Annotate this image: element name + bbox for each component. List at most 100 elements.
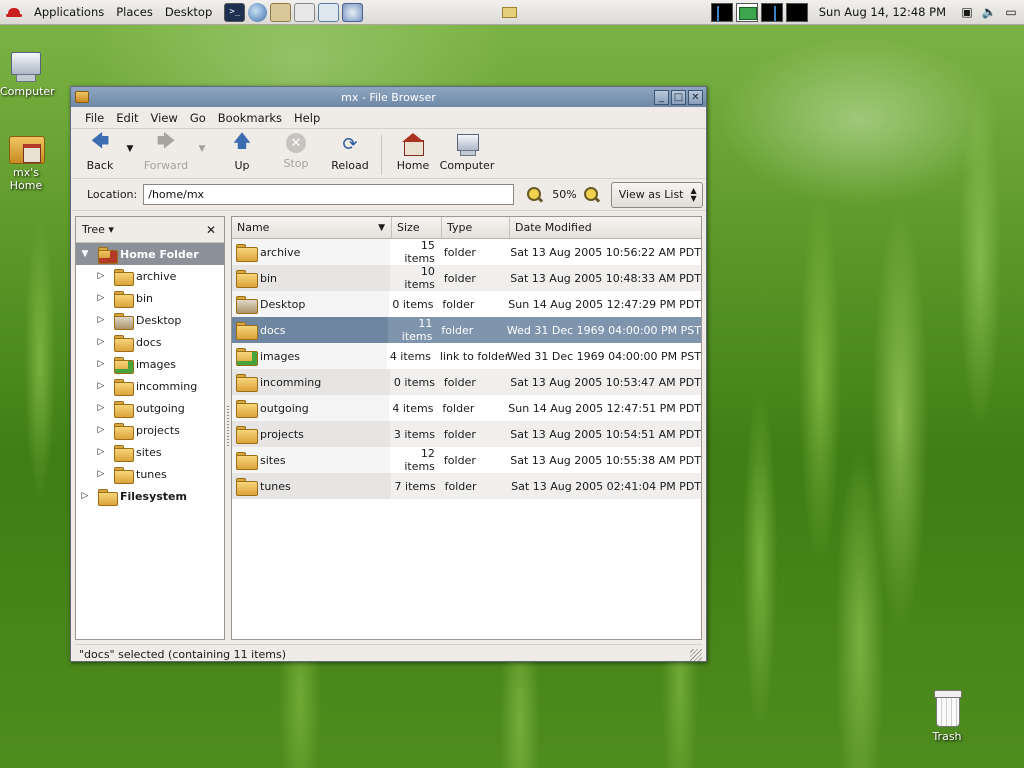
zoom-level[interactable]: 50% (552, 188, 576, 201)
table-row[interactable]: outgoing 4 items folder Sun 14 Aug 2005 … (232, 395, 701, 421)
file-browser-window: mx - File Browser _ □ ✕ File Edit View G… (70, 86, 707, 662)
menu-edit[interactable]: Edit (110, 111, 144, 125)
writer-icon[interactable] (294, 2, 316, 22)
expander-closed-icon[interactable]: ▷ (80, 491, 90, 501)
column-header-date[interactable]: Date Modified (510, 217, 701, 238)
back-history-dropdown[interactable]: ▼ (123, 133, 137, 154)
expander-closed-icon[interactable]: ▷ (96, 293, 106, 303)
back-button[interactable]: 🡄 Back (77, 131, 123, 172)
table-row[interactable]: tunes 7 items folder Sat 13 Aug 2005 02:… (232, 473, 701, 499)
redhat-logo-icon[interactable] (6, 6, 22, 19)
menu-go[interactable]: Go (184, 111, 212, 125)
expander-closed-icon[interactable]: ▷ (96, 447, 106, 457)
view-as-select[interactable]: View as List ▲ ▼ (610, 181, 703, 208)
laptop-icon[interactable]: ▭ (1002, 3, 1020, 21)
tree-item[interactable]: ▷ tunes (76, 463, 224, 485)
table-row[interactable]: projects 3 items folder Sat 13 Aug 2005 … (232, 421, 701, 447)
computer-icon (455, 133, 479, 156)
up-button[interactable]: 🡅 Up (219, 131, 265, 172)
tree-item[interactable]: ▷ projects (76, 419, 224, 441)
table-row[interactable]: sites 12 items folder Sat 13 Aug 2005 10… (232, 447, 701, 473)
stop-button[interactable]: ✕ Stop (273, 133, 319, 170)
notification-icon[interactable] (502, 7, 517, 18)
menu-file[interactable]: File (79, 111, 110, 125)
table-row-selected[interactable]: docs 11 items folder Wed 31 Dec 1969 04:… (232, 317, 701, 343)
table-row[interactable]: images 4 items link to folder Wed 31 Dec… (232, 343, 701, 369)
home-button[interactable]: Home (390, 133, 436, 172)
menu-bookmarks[interactable]: Bookmarks (212, 111, 288, 125)
network-icon[interactable]: ▣ (958, 3, 976, 21)
expander-closed-icon[interactable]: ▷ (96, 403, 106, 413)
web-browser-icon[interactable] (248, 2, 268, 22)
expander-closed-icon[interactable]: ▷ (96, 469, 106, 479)
tree-item-label: Desktop (136, 313, 182, 327)
location-input[interactable] (143, 184, 515, 205)
zoom-in-icon[interactable] (583, 186, 601, 204)
tree-item[interactable]: ▷ outgoing (76, 397, 224, 419)
side-pane-header: Tree ▾ ✕ (76, 217, 224, 243)
desktop-home[interactable]: mx's Home (0, 130, 52, 192)
draw-icon[interactable] (342, 2, 364, 22)
desktop-menu[interactable]: Desktop (159, 5, 218, 19)
table-row[interactable]: Desktop 0 items folder Sun 14 Aug 2005 1… (232, 291, 701, 317)
file-name: tunes (260, 479, 291, 493)
workspace-4[interactable] (785, 2, 808, 22)
expander-open-icon[interactable]: ▼ (80, 249, 90, 259)
column-header-type[interactable]: Type (442, 217, 510, 238)
table-row[interactable]: incomming 0 items folder Sat 13 Aug 2005… (232, 369, 701, 395)
close-button[interactable]: ✕ (688, 89, 703, 105)
computer-button[interactable]: Computer (436, 133, 498, 172)
expander-closed-icon[interactable]: ▷ (96, 271, 106, 281)
forward-button[interactable]: 🡆 Forward (137, 131, 195, 172)
file-type: link to folder (439, 349, 510, 363)
forward-history-dropdown[interactable]: ▼ (195, 133, 209, 154)
forward-label: Forward (143, 159, 189, 172)
tree-item[interactable]: ▷ bin (76, 287, 224, 309)
menu-help[interactable]: Help (288, 111, 326, 125)
expander-closed-icon[interactable]: ▷ (96, 381, 106, 391)
expander-closed-icon[interactable]: ▷ (96, 337, 106, 347)
workspace-2[interactable] (735, 2, 758, 22)
titlebar[interactable]: mx - File Browser _ □ ✕ (71, 87, 706, 107)
tree-item-home-folder[interactable]: ▼ Home Folder (76, 243, 224, 265)
clock[interactable]: Sun Aug 14, 12:48 PM (819, 5, 946, 19)
side-pane-mode-select[interactable]: Tree ▾ (82, 223, 114, 236)
close-side-pane-icon[interactable]: ✕ (206, 223, 216, 237)
table-row[interactable]: archive 15 items folder Sat 13 Aug 2005 … (232, 239, 701, 265)
expander-closed-icon[interactable]: ▷ (96, 315, 106, 325)
tree-item[interactable]: ▷ images (76, 353, 224, 375)
applications-menu[interactable]: Applications (28, 5, 110, 19)
desktop-computer[interactable]: Computer (0, 52, 55, 98)
table-row[interactable]: bin 10 items folder Sat 13 Aug 2005 10:4… (232, 265, 701, 291)
column-header-size[interactable]: Size (392, 217, 442, 238)
desktop-trash[interactable]: Trash (916, 690, 978, 743)
zoom-out-icon[interactable] (526, 186, 544, 204)
workspace-1[interactable] (710, 2, 733, 22)
expander-closed-icon[interactable]: ▷ (96, 425, 106, 435)
mail-icon[interactable] (270, 2, 292, 22)
maximize-button[interactable]: □ (671, 89, 686, 105)
tree-item[interactable]: ▷ Desktop (76, 309, 224, 331)
tree-item[interactable]: ▷ archive (76, 265, 224, 287)
tree-item[interactable]: ▷ incomming (76, 375, 224, 397)
places-menu[interactable]: Places (110, 5, 159, 19)
menu-view[interactable]: View (145, 111, 184, 125)
file-date: Sat 13 Aug 2005 10:54:51 AM PDT (510, 427, 701, 441)
resize-grip-icon[interactable] (690, 648, 702, 661)
pane-splitter[interactable] (225, 216, 231, 640)
reload-label: Reload (331, 159, 369, 172)
reload-button[interactable]: ⟳ Reload (327, 133, 373, 173)
column-header-name[interactable]: Name ▼ (232, 217, 392, 238)
tree-item-label: outgoing (136, 401, 185, 415)
expander-closed-icon[interactable]: ▷ (96, 359, 106, 369)
file-size: 7 items (394, 479, 436, 493)
terminal-icon[interactable]: >_ (224, 2, 246, 22)
tree-item[interactable]: ▷ docs (76, 331, 224, 353)
minimize-button[interactable]: _ (654, 89, 669, 105)
toolbar-separator (381, 135, 382, 175)
tree-item-filesystem[interactable]: ▷ Filesystem (76, 485, 224, 507)
tree-item[interactable]: ▷ sites (76, 441, 224, 463)
calc-icon[interactable] (318, 2, 340, 22)
workspace-3[interactable] (760, 2, 783, 22)
volume-icon[interactable]: 🔈 (980, 3, 998, 21)
